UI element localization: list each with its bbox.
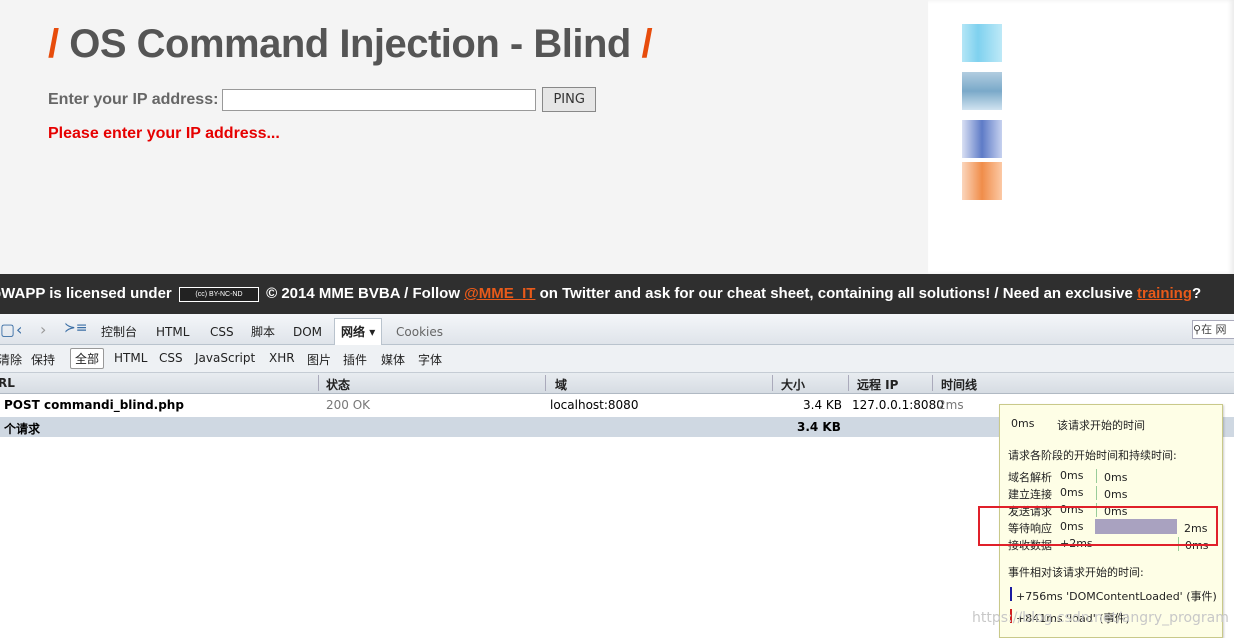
filter-fonts[interactable]: 字体: [418, 351, 442, 368]
start-time-label: 该请求开始的时间: [1057, 419, 1145, 432]
blogger-icon[interactable]: [962, 162, 1002, 200]
persist-button[interactable]: 保持: [31, 351, 55, 368]
col-domain[interactable]: 域: [555, 376, 567, 393]
highlight-box: [978, 506, 1218, 546]
ip-label: Enter your IP address:: [48, 90, 219, 108]
filter-plugins[interactable]: 插件: [343, 351, 367, 368]
phase-start: 0ms: [1060, 469, 1084, 482]
total-size: 3.4 KB: [797, 420, 841, 434]
request-status: 200 OK: [326, 398, 371, 412]
request-url: POST commandi_blind.php: [4, 398, 184, 412]
col-remote-ip[interactable]: 远程 IP: [857, 376, 898, 393]
cc-license-badge[interactable]: (cc) BY-NC-ND: [178, 286, 259, 302]
twitter-link[interactable]: @MME_IT: [464, 285, 535, 302]
search-placeholder: 在 网: [1201, 323, 1227, 336]
linkedin-icon[interactable]: [962, 72, 1002, 110]
devtools-tabbar: ▢ ‹ › ≻≡ 控制台 HTML CSS 脚本 DOM 网络 ▾ Cookie…: [0, 314, 1234, 345]
ping-button[interactable]: PING: [542, 87, 596, 112]
request-count-label: 个请求: [4, 422, 41, 436]
col-status[interactable]: 状态: [326, 376, 350, 393]
back-arrow-icon[interactable]: ‹: [16, 320, 22, 339]
request-domain: localhost:8080: [550, 398, 639, 412]
phase-start: 0ms: [1060, 486, 1084, 499]
start-time: 0ms: [1011, 417, 1035, 430]
forward-arrow-icon[interactable]: ›: [40, 320, 46, 339]
ip-input[interactable]: [222, 88, 537, 111]
request-size: 3.4 KB: [803, 398, 842, 412]
tab-network[interactable]: 网络 ▾: [334, 318, 383, 345]
request-time: 2ms: [938, 398, 964, 412]
ip-form: Enter your IP address: PING: [48, 87, 596, 112]
tab-css[interactable]: CSS: [210, 314, 234, 344]
inspect-icon[interactable]: ▢: [0, 320, 15, 339]
event-domcontentloaded: +756ms 'DOMContentLoaded' (事件): [1016, 590, 1217, 603]
main-content: / OS Command Injection - Blind / Enter y…: [0, 0, 928, 274]
footer-text: on Twitter and ask for our cheat sheet, …: [539, 285, 1133, 302]
command-line-icon[interactable]: ≻≡: [64, 320, 87, 336]
search-input[interactable]: ⚲在 网: [1192, 320, 1234, 339]
filter-images[interactable]: 图片: [307, 351, 331, 368]
col-timeline[interactable]: 时间线: [941, 376, 977, 393]
facebook-icon[interactable]: [962, 120, 1002, 158]
page-title: / OS Command Injection - Blind /: [48, 22, 653, 67]
tab-html[interactable]: HTML: [156, 314, 189, 344]
phase-duration: 0ms: [1104, 488, 1128, 501]
network-filter-bar: 清除 保持 全部 HTML CSS JavaScript XHR 图片 插件 媒…: [0, 345, 1234, 373]
footer-bar: bWAPP is licensed under (cc) BY-NC-ND © …: [0, 274, 1234, 314]
network-column-header: RL 状态 域 大小 远程 IP 时间线: [0, 373, 1234, 394]
phase-name: 建立连接: [1008, 488, 1052, 501]
training-link[interactable]: training: [1137, 285, 1192, 302]
title-text: OS Command Injection - Blind: [69, 22, 631, 66]
watermark: https://blog.csdn.net/angry_program: [972, 610, 1229, 626]
filter-all[interactable]: 全部: [70, 348, 105, 369]
search-icon: ⚲: [1193, 323, 1202, 336]
col-url[interactable]: RL: [0, 376, 15, 390]
col-size[interactable]: 大小: [781, 376, 805, 393]
twitter-icon[interactable]: [962, 24, 1002, 62]
phases-heading: 请求各阶段的开始时间和持续时间:: [1008, 449, 1177, 462]
events-heading: 事件相对该请求开始的时间:: [1008, 566, 1144, 579]
request-remote-ip: 127.0.0.1:8080: [852, 398, 944, 412]
footer-license-text: bWAPP is licensed under: [0, 285, 172, 302]
phase-duration: 0ms: [1104, 471, 1128, 484]
title-slash-right: /: [641, 22, 653, 66]
tab-network-label: 网络: [341, 325, 366, 339]
filter-javascript[interactable]: JavaScript: [195, 351, 255, 365]
tab-script[interactable]: 脚本: [251, 314, 275, 344]
chevron-down-icon: ▾: [369, 325, 376, 339]
clear-button[interactable]: 清除: [0, 351, 22, 368]
tab-console[interactable]: 控制台: [101, 314, 137, 344]
footer-end: ?: [1191, 285, 1202, 302]
tab-dom[interactable]: DOM: [293, 314, 322, 344]
filter-media[interactable]: 媒体: [381, 351, 405, 368]
filter-xhr[interactable]: XHR: [269, 351, 295, 365]
error-message: Please enter your IP address...: [48, 125, 280, 142]
footer-copyright: © 2014 MME BVBA / Follow: [266, 285, 460, 302]
filter-css[interactable]: CSS: [159, 351, 183, 365]
filter-html[interactable]: HTML: [114, 351, 147, 365]
tab-cookies[interactable]: Cookies: [396, 314, 443, 344]
title-slash-left: /: [48, 22, 59, 66]
page-area: / OS Command Injection - Blind / Enter y…: [0, 0, 1234, 274]
phase-name: 域名解析: [1008, 471, 1052, 484]
